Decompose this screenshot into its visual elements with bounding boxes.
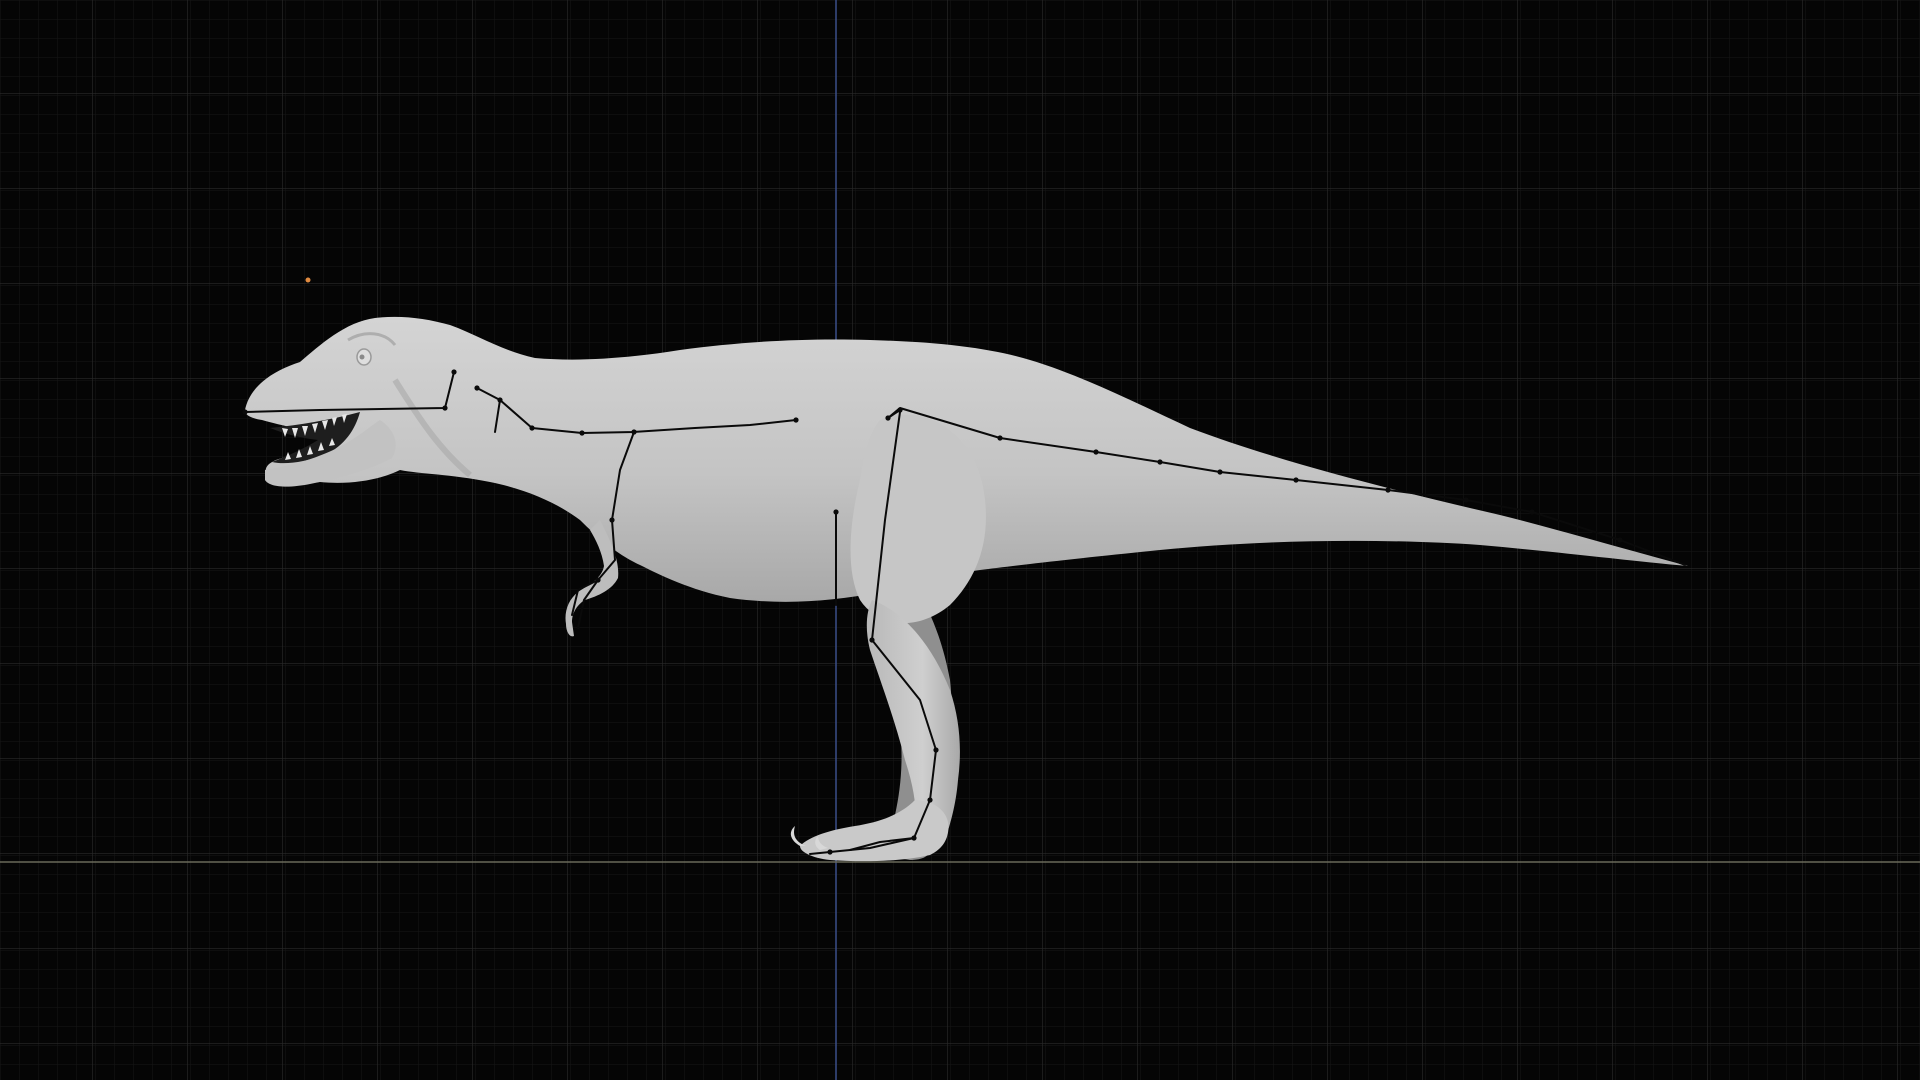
viewport-canvas[interactable]	[0, 0, 1920, 1080]
3d-viewport[interactable]	[0, 0, 1920, 1080]
joint-tail-1[interactable]	[997, 435, 1003, 441]
joint-elbow[interactable]	[609, 517, 615, 523]
joint-jaw-hinge[interactable]	[442, 405, 448, 411]
joint-heel[interactable]	[927, 797, 933, 803]
joint-knee[interactable]	[869, 637, 875, 643]
joint-tail-4[interactable]	[1217, 469, 1223, 475]
joint-back[interactable]	[793, 417, 799, 423]
joint-ankle[interactable]	[933, 747, 939, 753]
joint-pubis[interactable]	[833, 509, 839, 515]
joint-tail-9[interactable]	[1617, 537, 1623, 543]
joint-tail-2[interactable]	[1093, 449, 1099, 455]
joint-neck-low[interactable]	[529, 425, 535, 431]
joint-wrist[interactable]	[595, 577, 601, 583]
joint-jaw-tip[interactable]	[242, 409, 248, 415]
joint-shoulder[interactable]	[631, 429, 637, 435]
joint-tail-8[interactable]	[1529, 509, 1535, 515]
point-light-icon[interactable]	[305, 277, 311, 283]
joint-tail-5[interactable]	[1293, 477, 1299, 483]
joint-tail-6[interactable]	[1385, 487, 1391, 493]
joint-skull[interactable]	[451, 369, 457, 375]
joint-neck-mid[interactable]	[497, 397, 503, 403]
joint-tail-3[interactable]	[1157, 459, 1163, 465]
joint-tail-7[interactable]	[1463, 497, 1469, 503]
joint-hip[interactable]	[897, 407, 903, 413]
joint-toe[interactable]	[827, 849, 833, 855]
joint-hip-front[interactable]	[885, 415, 891, 421]
joint-neck-base[interactable]	[474, 385, 480, 391]
joint-foot[interactable]	[911, 835, 917, 841]
joint-chest[interactable]	[579, 430, 585, 436]
eye-pupil	[359, 354, 365, 360]
